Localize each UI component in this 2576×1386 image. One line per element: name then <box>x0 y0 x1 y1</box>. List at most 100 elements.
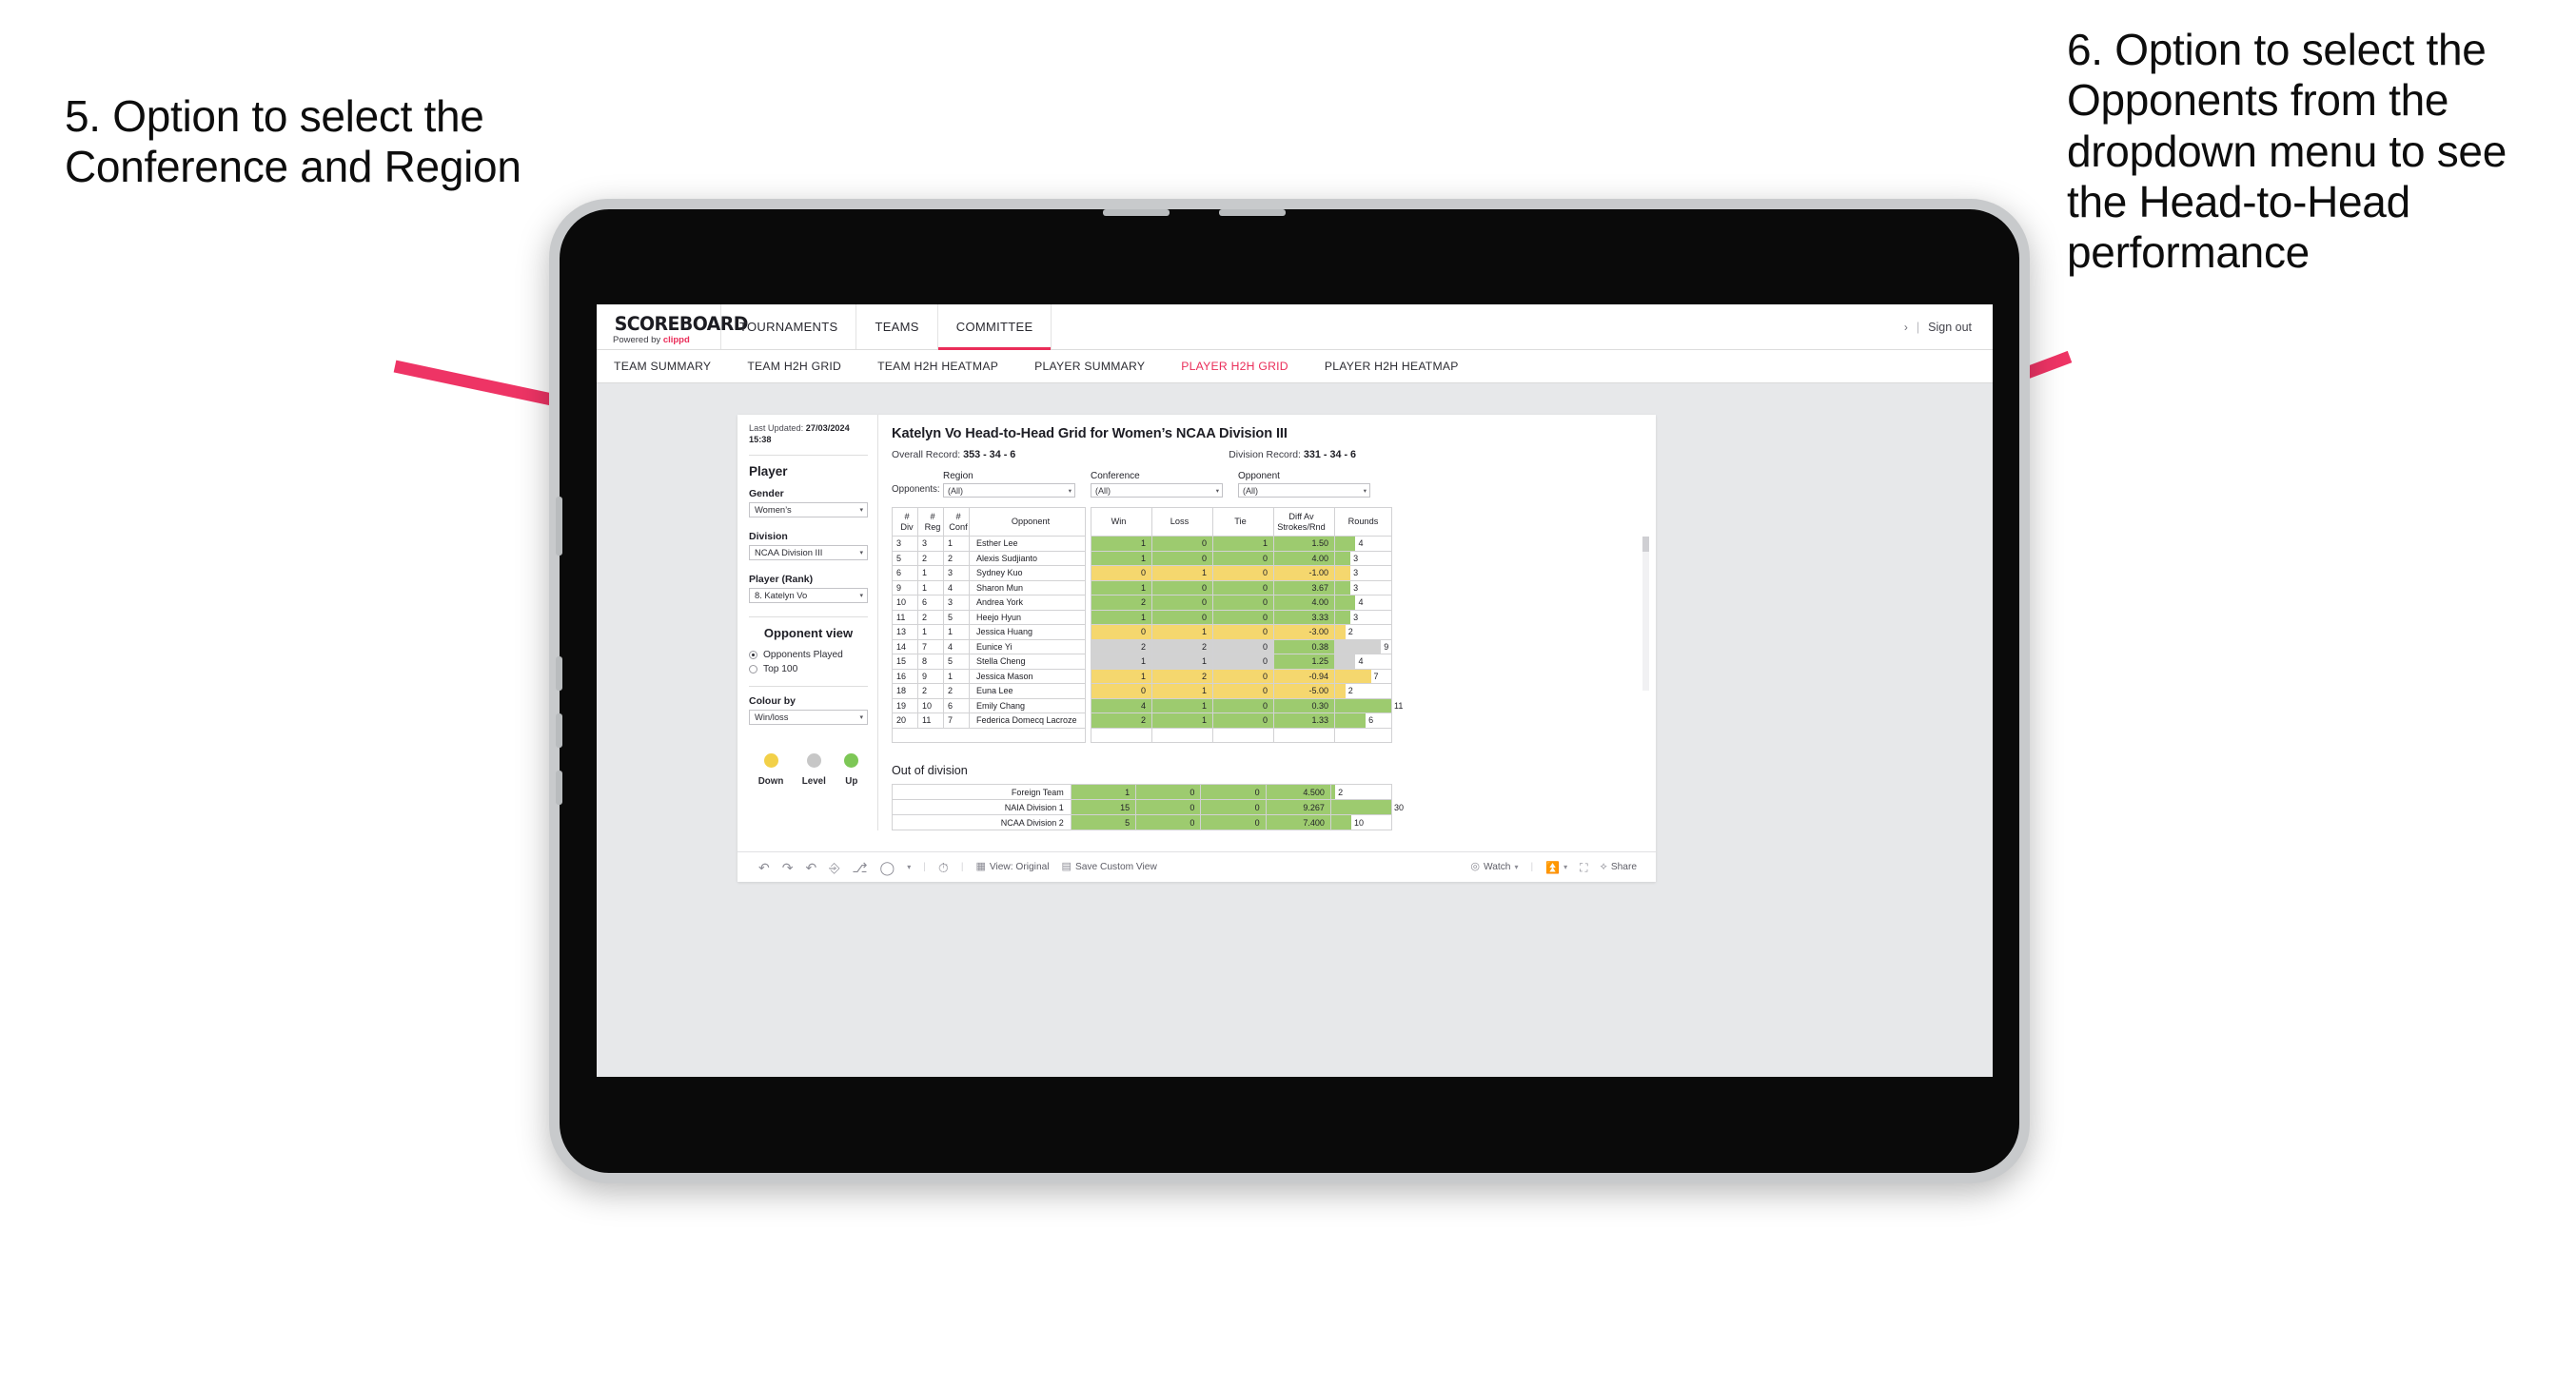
colour-by-select[interactable]: Win/loss ▾ <box>749 709 868 725</box>
column-header[interactable]: Diff Av Strokes/Rnd <box>1273 507 1335 537</box>
cell-group-name: NAIA Division 1 <box>892 799 1072 815</box>
cell-diff: -5.00 <box>1273 683 1335 699</box>
tablet-button-power[interactable] <box>556 497 562 556</box>
legend-caption: Up <box>845 775 858 787</box>
refresh-icon[interactable]: ⎆ <box>829 861 839 874</box>
table-row[interactable]: 20 11 7 Federica Domecq Lacroze 2 1 0 1.33 6 <box>892 713 1392 729</box>
filter-opponent: Opponent (All) ▾ <box>1238 471 1370 498</box>
rounds-value: 2 <box>1338 787 1344 797</box>
rounds-bar <box>1335 537 1356 551</box>
overall-record-value: 353 - 34 - 6 <box>963 449 1016 460</box>
tab-team-h2h-heatmap[interactable]: TEAM H2H HEATMAP <box>877 360 998 373</box>
table-row[interactable]: 9 1 4 Sharon Mun 1 0 0 3.67 3 <box>892 579 1392 595</box>
view-original-button[interactable]: ▦ View: Original <box>975 862 1049 873</box>
legend-caption: Down <box>757 775 784 787</box>
cell-reg: 1 <box>917 565 944 581</box>
tab-team-h2h-grid[interactable]: TEAM H2H GRID <box>747 360 841 373</box>
cell-diff: 4.00 <box>1273 550 1335 566</box>
divider <box>749 454 868 456</box>
table-row[interactable]: 5 2 2 Alexis Sudjianto 1 0 0 4.00 3 <box>892 550 1392 566</box>
table-row[interactable]: Foreign Team 1 0 0 4.500 2 <box>892 784 1393 800</box>
player-rank-select[interactable]: 8. Katelyn Vo ▾ <box>749 587 868 603</box>
topnav-item-tournaments[interactable]: TOURNAMENTS <box>721 304 857 349</box>
radio-top-100[interactable]: Top 100 <box>749 664 868 674</box>
undo-icon[interactable]: ↶ <box>758 861 770 874</box>
table-row[interactable]: 19 10 6 Emily Chang 4 1 0 0.30 11 <box>892 697 1403 713</box>
opponent-dropdown[interactable]: (All) ▾ <box>1238 483 1370 498</box>
table-row[interactable]: 14 7 4 Eunice Yi 2 2 0 0.38 9 <box>892 638 1392 654</box>
rounds-bar <box>1335 639 1382 654</box>
cell-div: 9 <box>892 579 918 595</box>
table-row[interactable]: 13 1 1 Jessica Huang 0 1 0 -3.00 2 <box>892 624 1392 640</box>
filters-sidebar: Last Updated: 27/03/2024 15:38 Player Ge… <box>737 415 878 830</box>
column-header[interactable]: # Conf <box>943 507 970 537</box>
table-row[interactable]: 15 8 5 Stella Cheng 1 1 0 1.25 4 <box>892 654 1392 670</box>
chevron-down-icon[interactable]: ▾ <box>907 863 911 871</box>
column-header[interactable]: Opponent <box>969 507 1086 537</box>
tab-player-h2h-heatmap[interactable]: PLAYER H2H HEATMAP <box>1325 360 1459 373</box>
table-row[interactable]: NCAA Division 2 5 0 0 7.400 10 <box>892 814 1393 830</box>
clear-filters-icon[interactable]: ◯ <box>880 861 895 874</box>
radio-opponents-played[interactable]: Opponents Played <box>749 650 868 660</box>
cell-opponent: Euna Lee <box>969 683 1086 699</box>
cell-tie: 1 <box>1212 536 1274 552</box>
cell-reg: 1 <box>917 624 944 640</box>
save-custom-view-button[interactable]: ▤ Save Custom View <box>1062 862 1157 873</box>
region-value: (All) <box>948 485 963 496</box>
cell-rounds: 30 <box>1329 799 1404 815</box>
history-icon[interactable]: ⏱ <box>938 861 949 874</box>
fullscreen-icon[interactable]: ⛶ <box>1580 862 1587 873</box>
tablet-button-extra[interactable] <box>556 771 562 805</box>
column-header[interactable]: Loss <box>1151 507 1213 537</box>
player-rank-label: Player (Rank) <box>749 573 814 585</box>
topnav-spacer <box>1052 304 1894 349</box>
watch-icon: ◎ <box>1470 861 1480 872</box>
revert-icon[interactable]: ↶ <box>805 861 816 874</box>
watch-button[interactable]: ◎ Watch ▾ <box>1470 861 1518 873</box>
topnav-item-committee[interactable]: COMMITTEE <box>937 304 1052 350</box>
tablet-button-volume-up[interactable] <box>556 656 562 691</box>
tab-team-summary[interactable]: TEAM SUMMARY <box>614 360 711 373</box>
tab-player-h2h-grid[interactable]: PLAYER H2H GRID <box>1181 360 1288 373</box>
table-row[interactable]: 10 6 3 Andrea York 2 0 0 4.00 4 <box>892 595 1392 611</box>
tab-player-summary[interactable]: PLAYER SUMMARY <box>1034 360 1145 373</box>
column-header[interactable]: Win <box>1091 507 1152 537</box>
table-row[interactable]: 11 2 5 Heejo Hyun 1 0 0 3.33 3 <box>892 609 1392 625</box>
scrollbar-thumb[interactable] <box>1642 537 1649 552</box>
region-dropdown[interactable]: (All) ▾ <box>943 483 1075 498</box>
column-header[interactable]: Tie <box>1212 507 1274 537</box>
rounds-value: 3 <box>1353 568 1359 578</box>
table-row[interactable]: 6 1 3 Sydney Kuo 0 1 0 -1.00 3 <box>892 565 1392 581</box>
pause-refresh-icon[interactable]: ⎇ <box>852 861 867 874</box>
blank-cell <box>1091 727 1152 743</box>
cell-loss: 0 <box>1135 814 1202 830</box>
gender-select[interactable]: Women’s ▾ <box>749 501 868 517</box>
radio-label: Opponents Played <box>763 649 843 660</box>
vertical-scrollbar[interactable] <box>1642 537 1649 691</box>
column-header[interactable]: Rounds <box>1334 507 1392 537</box>
app-logo[interactable]: SCOREBOARD Powered by clippd <box>597 304 748 349</box>
division-select[interactable]: NCAA Division III ▾ <box>749 544 868 560</box>
table-row[interactable]: 3 3 1 Esther Lee 1 0 1 1.50 4 <box>892 536 1392 552</box>
table-row[interactable]: 16 9 1 Jessica Mason 1 2 0 -0.94 7 <box>892 668 1392 684</box>
sign-out-link[interactable]: Sign out <box>1928 321 1972 334</box>
redo-icon[interactable]: ↷ <box>782 861 794 874</box>
topnav-item-teams[interactable]: TEAMS <box>856 304 938 349</box>
cell-win: 5 <box>1070 814 1137 830</box>
table-row[interactable]: 18 2 2 Euna Lee 0 1 0 -5.00 2 <box>892 683 1392 699</box>
cell-win: 2 <box>1091 595 1152 611</box>
cell-tie: 0 <box>1212 654 1274 670</box>
topnav-label: COMMITTEE <box>955 320 1033 334</box>
opponent-value: (All) <box>1243 485 1258 496</box>
rounds-bar <box>1330 815 1351 830</box>
table-row[interactable]: NAIA Division 1 15 0 0 9.267 30 <box>892 799 1404 815</box>
download-button[interactable]: ⏫ ▾ <box>1545 862 1567 873</box>
last-updated-time: 15:38 <box>749 434 772 444</box>
chevron-right-icon[interactable]: › <box>1904 321 1908 334</box>
cell-reg: 7 <box>917 638 944 654</box>
tablet-button-volume-down[interactable] <box>556 713 562 748</box>
column-header[interactable]: # Div <box>892 507 918 537</box>
column-header[interactable]: # Reg <box>917 507 944 537</box>
share-button[interactable]: ⟡ Share <box>1601 862 1637 873</box>
conference-dropdown[interactable]: (All) ▾ <box>1091 483 1223 498</box>
